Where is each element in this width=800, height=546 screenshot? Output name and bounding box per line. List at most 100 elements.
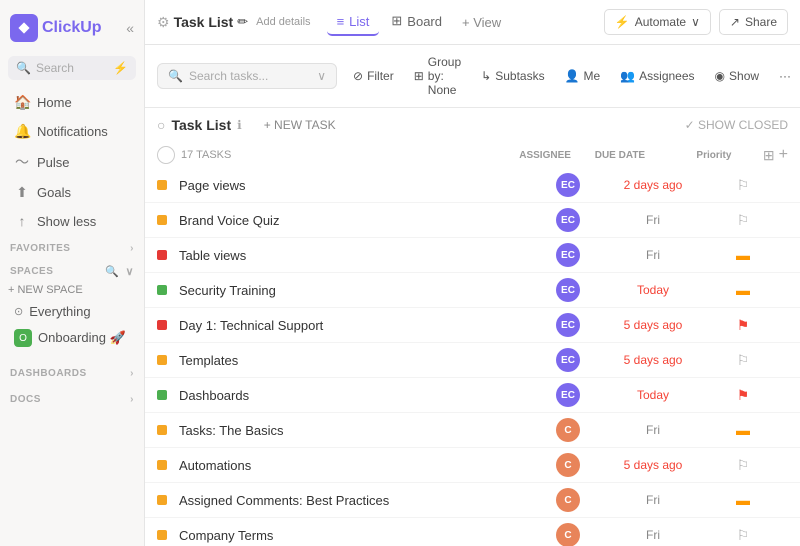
task-name: Company Terms: [179, 528, 528, 543]
add-details-link[interactable]: Add details: [256, 16, 310, 28]
search-tasks-input[interactable]: 🔍 Search tasks... ∨: [157, 63, 337, 89]
more-options-button[interactable]: ···: [771, 65, 799, 87]
task-count-circle: [157, 146, 175, 164]
search-box[interactable]: 🔍 Search ⚡: [8, 56, 136, 80]
onboarding-icon: O: [14, 329, 32, 347]
task-row[interactable]: Page views EC 2 days ago ⚐: [145, 168, 800, 203]
show-icon: ◉: [715, 69, 725, 83]
favorites-expand-icon[interactable]: ›: [130, 243, 134, 254]
task-assignee-cell: EC: [528, 208, 608, 232]
automate-icon: ⚡: [615, 15, 630, 29]
collapse-button[interactable]: «: [126, 20, 134, 36]
main-content: ⚙ Task List ✏ Add details ≡ List ⊞ Board…: [145, 0, 800, 546]
task-row[interactable]: Dashboards EC Today ⚑: [145, 378, 800, 413]
edit-title-icon[interactable]: ✏: [237, 14, 248, 30]
add-view-button[interactable]: + View: [454, 8, 509, 36]
task-row[interactable]: Security Training EC Today ▬: [145, 273, 800, 308]
task-dot: [157, 180, 167, 190]
task-name-cell: Assigned Comments: Best Practices: [157, 493, 528, 508]
sidebar-item-notifications[interactable]: 🔔 Notifications: [4, 118, 140, 145]
task-name-cell: Dashboards: [157, 388, 528, 403]
new-task-button[interactable]: + NEW TASK: [256, 114, 344, 136]
pulse-icon: 〜: [14, 152, 30, 172]
toolbar-actions: ⊘ Filter ⊞ Group by: None ↳ Subtasks 👤 M…: [345, 51, 799, 101]
list-circle-icon: ○: [157, 117, 165, 133]
sidebar-item-goals[interactable]: ⬆ Goals: [4, 179, 140, 206]
task-row[interactable]: Day 1: Technical Support EC 5 days ago ⚑: [145, 308, 800, 343]
task-dot: [157, 215, 167, 225]
chevron-up-icon: ↑: [14, 213, 30, 229]
assignee-avatar: EC: [556, 173, 580, 197]
task-name-cell: Company Terms: [157, 528, 528, 543]
task-row[interactable]: Templates EC 5 days ago ⚐: [145, 343, 800, 378]
task-row[interactable]: Company Terms C Fri ⚐: [145, 518, 800, 546]
task-table: 17 TASKS ASSIGNEE DUE DATE Priority ⊞ + …: [145, 140, 800, 546]
group-by-button[interactable]: ⊞ Group by: None: [406, 51, 469, 101]
grid-view-icon[interactable]: ⊞: [763, 147, 775, 164]
assignee-avatar: EC: [556, 208, 580, 232]
list-info-icon[interactable]: ℹ: [237, 118, 242, 132]
goals-icon: ⬆: [14, 184, 30, 201]
task-due-cell: Fri: [608, 423, 698, 437]
home-icon: 🏠: [14, 94, 30, 111]
dashboards-expand-icon[interactable]: ›: [130, 368, 134, 379]
task-due-cell: Fri: [608, 213, 698, 227]
add-column-icon[interactable]: +: [779, 146, 788, 164]
task-name-cell: Brand Voice Quiz: [157, 213, 528, 228]
task-due-cell: Fri: [608, 493, 698, 507]
task-row[interactable]: Brand Voice Quiz EC Fri ⚐: [145, 203, 800, 238]
task-row[interactable]: Table views EC Fri ▬: [145, 238, 800, 273]
priority-flag-icon: ⚐: [737, 212, 750, 229]
show-button[interactable]: ◉ Show: [707, 65, 768, 87]
me-button[interactable]: 👤 Me: [557, 65, 609, 87]
docs-expand-icon[interactable]: ›: [130, 394, 134, 405]
spaces-search-icon[interactable]: 🔍: [105, 265, 119, 278]
share-button[interactable]: ↗ Share: [719, 9, 788, 35]
toolbar: 🔍 Search tasks... ∨ ⊘ Filter ⊞ Group by:…: [145, 45, 800, 108]
sidebar-item-pulse[interactable]: 〜 Pulse: [4, 147, 140, 177]
sidebar-item-home[interactable]: 🏠 Home: [4, 89, 140, 116]
main-nav: 🏠 Home 🔔 Notifications 〜 Pulse ⬆ Goals ↑…: [0, 88, 144, 235]
tab-list[interactable]: ≡ List: [327, 8, 380, 36]
page-header: ⚙ Task List ✏ Add details ≡ List ⊞ Board…: [145, 0, 800, 45]
sidebar-item-everything[interactable]: ⊙ Everything: [4, 300, 140, 323]
automate-button[interactable]: ⚡ Automate ∨: [604, 9, 711, 35]
filter-button[interactable]: ⊘ Filter: [345, 65, 402, 87]
task-priority-cell: ⚐: [698, 457, 788, 474]
lightning-icon[interactable]: ⚡: [113, 61, 128, 75]
task-assignee-cell: EC: [528, 278, 608, 302]
tab-board[interactable]: ⊞ Board: [381, 8, 452, 36]
priority-col-header: Priority: [669, 150, 759, 161]
logo-area: ClickUp «: [0, 8, 144, 52]
task-priority-cell: ▬: [698, 492, 788, 508]
filter-icon: ⊘: [353, 69, 363, 83]
task-due-cell: 2 days ago: [608, 178, 698, 192]
new-space-button[interactable]: + NEW SPACE: [8, 284, 83, 296]
spaces-expand-icon[interactable]: ∨: [125, 265, 134, 278]
task-dot: [157, 285, 167, 295]
task-name: Assigned Comments: Best Practices: [179, 493, 528, 508]
sidebar: ClickUp « 🔍 Search ⚡ 🏠 Home 🔔 Notificati…: [0, 0, 145, 546]
task-name: Table views: [179, 248, 528, 263]
task-priority-cell: ▬: [698, 247, 788, 263]
subtasks-button[interactable]: ↳ Subtasks: [473, 65, 552, 87]
task-row[interactable]: Tasks: The Basics C Fri ▬: [145, 413, 800, 448]
task-priority-cell: ⚑: [698, 387, 788, 404]
assignees-button[interactable]: 👥 Assignees: [612, 65, 702, 87]
task-due-cell: Fri: [608, 248, 698, 262]
sidebar-item-onboarding[interactable]: O Onboarding 🚀: [4, 325, 140, 351]
task-row[interactable]: Assigned Comments: Best Practices C Fri …: [145, 483, 800, 518]
task-due-cell: 5 days ago: [608, 353, 698, 367]
assignee-avatar: C: [556, 453, 580, 477]
automate-dropdown-icon: ∨: [691, 15, 700, 29]
header-actions: ⚡ Automate ∨ ↗ Share: [604, 9, 788, 35]
priority-flag-icon: ⚑: [737, 317, 750, 334]
me-icon: 👤: [565, 69, 580, 83]
task-name-cell: Templates: [157, 353, 528, 368]
show-closed-button[interactable]: ✓ SHOW CLOSED: [685, 118, 788, 132]
task-row[interactable]: Automations C 5 days ago ⚐: [145, 448, 800, 483]
sidebar-item-show-less[interactable]: ↑ Show less: [4, 208, 140, 234]
everything-icon: ⊙: [14, 305, 23, 318]
task-assignee-cell: EC: [528, 313, 608, 337]
task-list-settings-icon: ⚙: [157, 14, 170, 31]
